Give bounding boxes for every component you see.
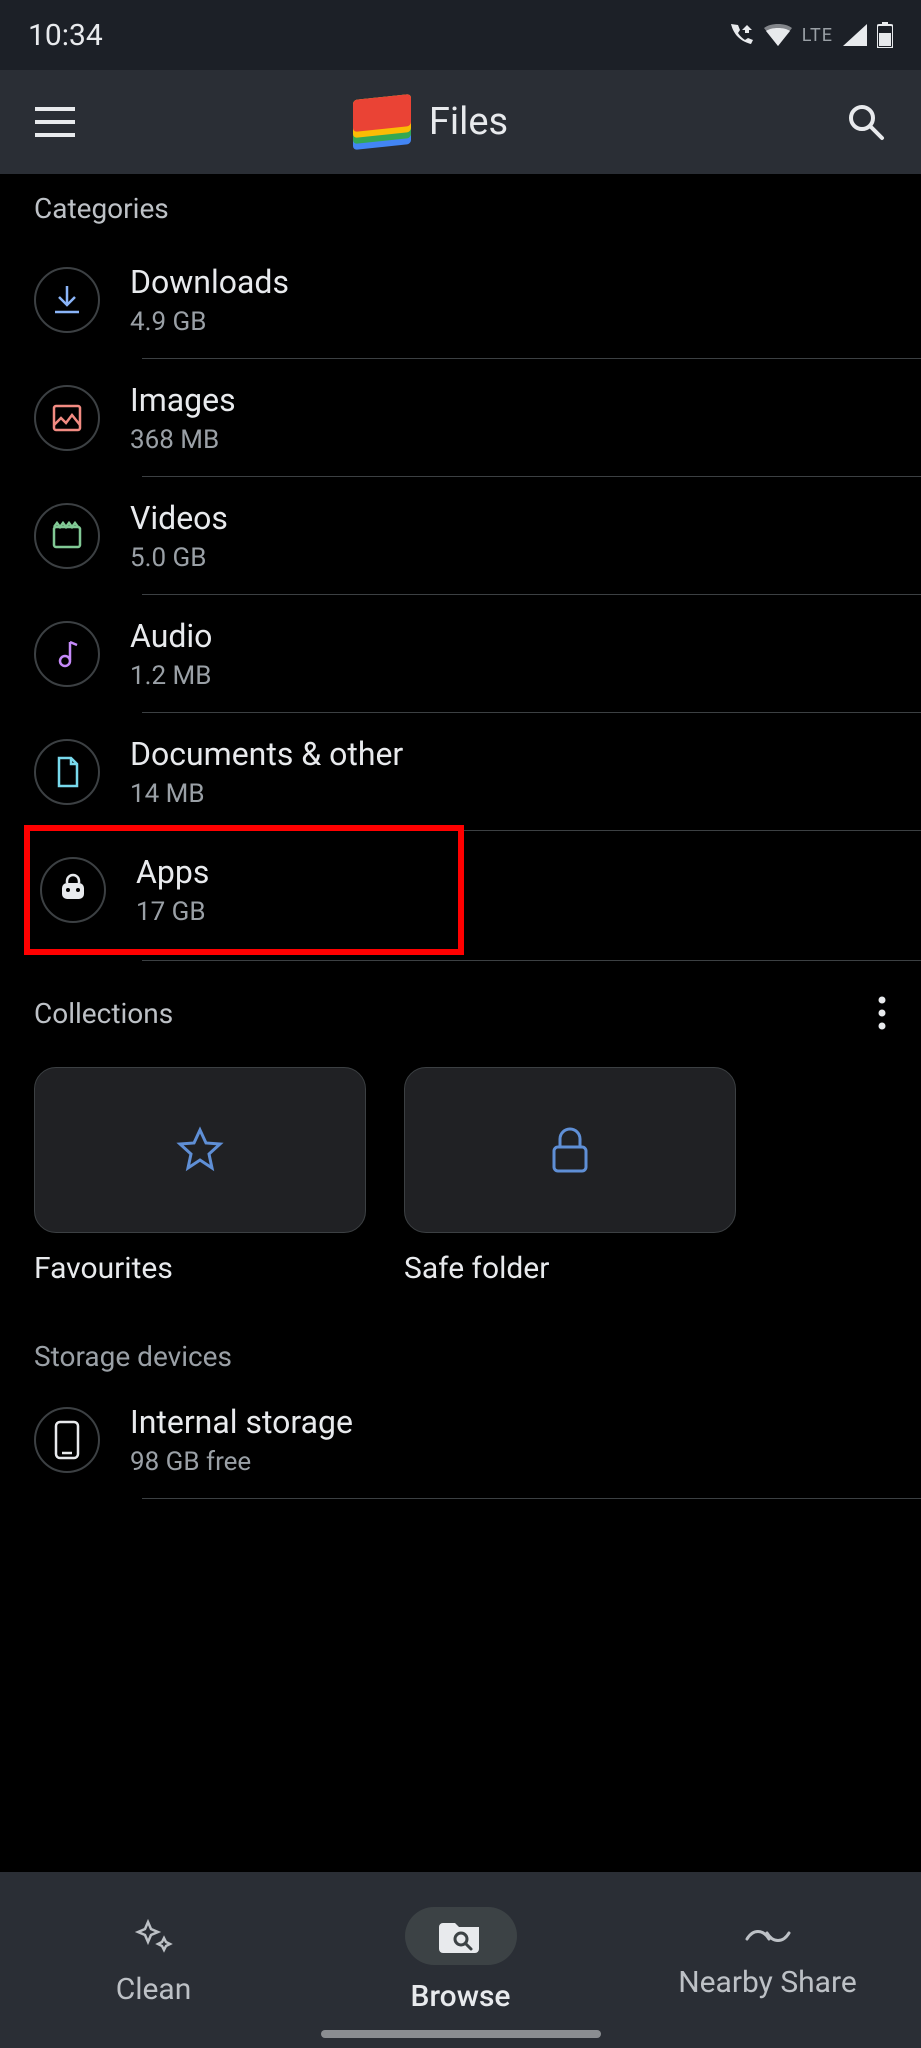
collections-more-button[interactable] <box>877 995 887 1031</box>
home-indicator[interactable] <box>321 2030 601 2038</box>
storage-title: Internal storage <box>130 1403 353 1441</box>
battery-icon <box>877 22 893 48</box>
category-size: 17 GB <box>136 897 209 927</box>
image-icon <box>34 385 100 451</box>
nav-clean[interactable]: Clean <box>0 1914 307 2007</box>
audio-icon <box>34 621 100 687</box>
category-size: 368 MB <box>130 425 236 455</box>
category-documents[interactable]: Documents & other 14 MB <box>0 713 921 831</box>
search-button[interactable] <box>839 95 893 149</box>
category-title: Images <box>130 381 236 419</box>
star-icon <box>176 1126 224 1174</box>
app-title: Files <box>429 100 508 144</box>
video-icon <box>34 503 100 569</box>
category-audio[interactable]: Audio 1.2 MB <box>0 595 921 713</box>
categories-header: Categories <box>0 192 921 241</box>
document-icon <box>34 739 100 805</box>
nav-label: Clean <box>116 1972 192 2007</box>
wifi-icon <box>764 24 792 46</box>
bottom-nav: Clean Browse Nearby Share <box>0 1872 921 2048</box>
sparkle-icon <box>132 1914 176 1958</box>
search-icon <box>846 102 886 142</box>
collection-title: Safe folder <box>404 1251 736 1286</box>
more-vert-icon <box>877 995 887 1031</box>
wifi-calling-icon <box>726 23 754 47</box>
app-bar: Files <box>0 70 921 174</box>
collection-safe-folder[interactable]: Safe folder <box>404 1067 736 1286</box>
main-content: Categories Downloads 4.9 GB Images 368 M… <box>0 174 921 1872</box>
storage-header: Storage devices <box>0 1286 921 1381</box>
category-title: Apps <box>136 853 209 891</box>
nav-label: Browse <box>411 1979 511 2014</box>
lock-icon <box>548 1125 592 1175</box>
category-videos[interactable]: Videos 5.0 GB <box>0 477 921 595</box>
network-type: LTE <box>802 25 833 46</box>
folder-search-icon <box>405 1907 517 1965</box>
files-logo-icon <box>353 97 411 147</box>
category-size: 1.2 MB <box>130 661 212 691</box>
category-size: 5.0 GB <box>130 543 228 573</box>
status-bar: 10:34 LTE <box>0 0 921 70</box>
status-icons: LTE <box>726 22 893 48</box>
category-title: Videos <box>130 499 228 537</box>
category-title: Downloads <box>130 263 289 301</box>
app-title-wrap: Files <box>22 97 839 147</box>
apps-icon <box>40 857 106 923</box>
signal-icon <box>843 24 867 46</box>
category-title: Documents & other <box>130 735 403 773</box>
phone-icon <box>34 1407 100 1473</box>
category-downloads[interactable]: Downloads 4.9 GB <box>0 241 921 359</box>
nav-browse[interactable]: Browse <box>307 1907 614 2014</box>
collections-header: Collections <box>34 997 173 1030</box>
status-time: 10:34 <box>28 18 103 53</box>
storage-internal[interactable]: Internal storage 98 GB free <box>0 1381 921 1499</box>
category-size: 14 MB <box>130 779 403 809</box>
storage-free: 98 GB free <box>130 1447 353 1477</box>
annotation-highlight: Apps 17 GB <box>24 825 464 955</box>
category-title: Audio <box>130 617 212 655</box>
nav-label: Nearby Share <box>678 1965 857 2000</box>
category-images[interactable]: Images 368 MB <box>0 359 921 477</box>
category-apps[interactable]: Apps 17 GB <box>30 831 458 949</box>
download-icon <box>34 267 100 333</box>
collection-title: Favourites <box>34 1251 366 1286</box>
nav-nearby-share[interactable]: Nearby Share <box>614 1921 921 2000</box>
nearby-share-icon <box>743 1921 793 1951</box>
collection-favourites[interactable]: Favourites <box>34 1067 366 1286</box>
category-size: 4.9 GB <box>130 307 289 337</box>
